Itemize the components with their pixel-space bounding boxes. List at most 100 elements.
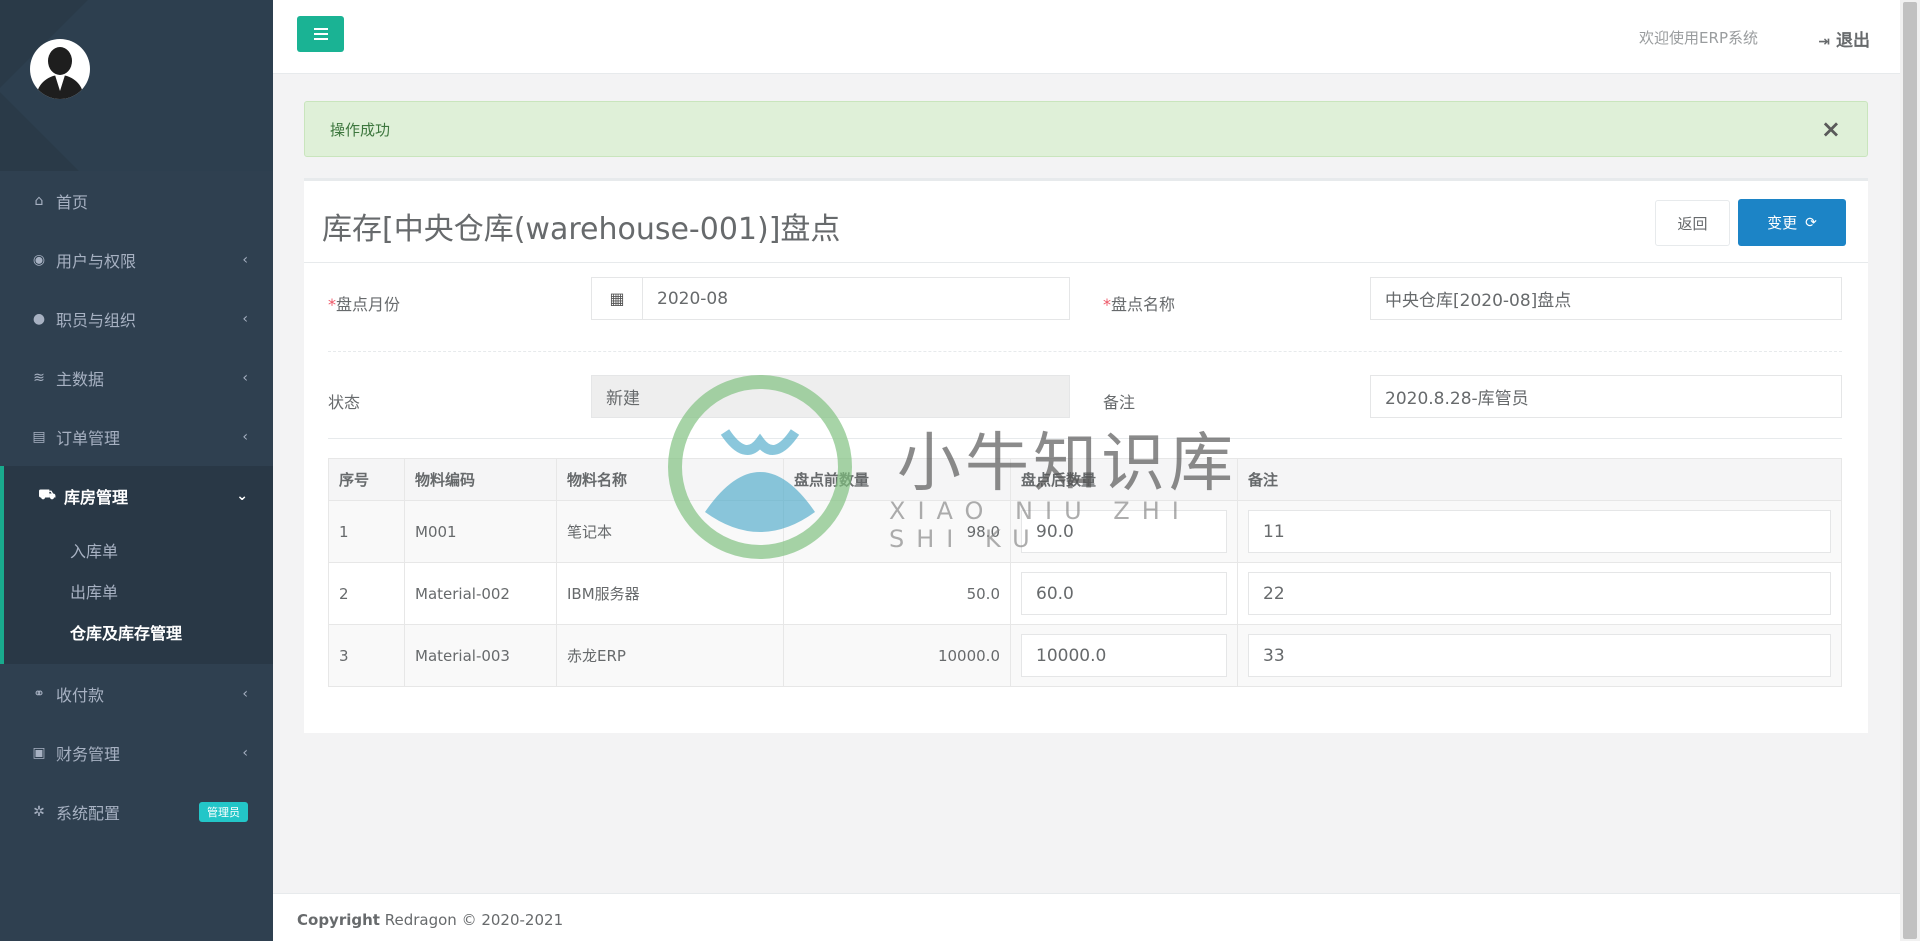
status-label: 状态 <box>328 393 361 412</box>
chevron-left-icon: ‹ <box>242 369 248 386</box>
col-header-after: 盘点后数量 <box>1010 458 1238 501</box>
sidebar-item-orders[interactable]: ▤ 订单管理 ‹ <box>0 407 273 466</box>
row-remark-cell: 22 <box>1237 562 1842 625</box>
change-button[interactable]: 变更 ⟳ <box>1738 199 1846 246</box>
subnav-item-outbound[interactable]: 出库单 <box>4 570 273 611</box>
month-label: *盘点月份 <box>328 295 401 314</box>
remark-label: 备注 <box>1103 393 1136 412</box>
chevron-left-icon: ‹ <box>242 310 248 327</box>
logout-link[interactable]: ⇥ 退出 <box>1818 26 1870 51</box>
row-name: 赤龙ERP <box>556 624 784 687</box>
sidebar-item-label: 用户与权限 <box>56 251 137 271</box>
row-before-qty: 98.0 <box>783 500 1011 563</box>
sidebar-item-label: 首页 <box>56 192 89 212</box>
row-no: 2 <box>328 562 405 625</box>
form-row-2: 状态 新建 备注 2020.8.28-库管员 <box>328 375 1842 443</box>
month-input[interactable]: 2020-08 <box>642 277 1070 320</box>
remark-input[interactable]: 2020.8.28-库管员 <box>1370 375 1842 418</box>
table-row: 2 Material-002 IBM服务器 50.0 60.0 22 <box>328 562 1842 625</box>
sidebar-item-label: 库房管理 <box>64 487 129 507</box>
sign-out-icon: ⇥ <box>1818 34 1830 50</box>
row-remark-cell: 11 <box>1237 500 1842 563</box>
close-icon[interactable]: × <box>1821 115 1841 143</box>
after-qty-input[interactable]: 10000.0 <box>1021 634 1227 677</box>
sidebar-item-label: 主数据 <box>56 369 105 389</box>
copyright-label: Copyright <box>297 911 380 929</box>
sidebar-item-staff[interactable]: ● 职员与组织 ‹ <box>0 289 273 348</box>
form-row-1: *盘点月份 ▦ 2020-08 *盘点名称 中央仓库[2020-08]盘点 <box>328 277 1842 345</box>
chevron-left-icon: ‹ <box>242 744 248 761</box>
list-icon: ▤ <box>32 428 46 445</box>
money-icon: ▣ <box>32 744 46 761</box>
panel-header: 库存[中央仓库(warehouse-001)]盘点 返回 变更 ⟳ <box>304 181 1868 263</box>
stocktake-table: 序号 物料编码 物料名称 盘点前数量 盘点后数量 备注 1 M001 笔记本 9… <box>328 458 1842 687</box>
change-button-label: 变更 <box>1767 214 1798 232</box>
sidebar-item-finance[interactable]: ▣ 财务管理 ‹ <box>0 723 273 782</box>
calendar-icon[interactable]: ▦ <box>591 277 643 320</box>
chevron-down-icon: ⌄ <box>236 487 248 504</box>
row-remark-input[interactable]: 11 <box>1248 510 1831 553</box>
admin-badge: 管理员 <box>199 801 248 822</box>
col-header-code: 物料编码 <box>404 458 557 501</box>
truck-icon: ⛟ <box>38 486 56 503</box>
sidebar-item-users[interactable]: ◉ 用户与权限 ‹ <box>0 230 273 289</box>
col-header-no: 序号 <box>328 458 405 501</box>
stocktake-panel: 库存[中央仓库(warehouse-001)]盘点 返回 变更 ⟳ *盘点月份 … <box>304 178 1868 733</box>
avatar[interactable] <box>30 39 90 99</box>
chevron-left-icon: ‹ <box>242 251 248 268</box>
top-navbar: 欢迎使用ERP系统 ⇥ 退出 <box>273 0 1900 74</box>
profile-header <box>0 0 273 171</box>
sidebar-nav: ⌂ 首页 ◉ 用户与权限 ‹ ● 职员与组织 ‹ ≋ 主数据 ‹ ▤ 订单管理 … <box>0 171 273 841</box>
sidebar-item-warehouse[interactable]: ⛟ 库房管理 ⌄ <box>0 466 273 525</box>
hamburger-icon <box>313 28 328 40</box>
menu-toggle-button[interactable] <box>297 16 344 52</box>
welcome-text: 欢迎使用ERP系统 <box>1639 29 1758 47</box>
user-circle-icon: ● <box>32 310 46 327</box>
row-name: IBM服务器 <box>556 562 784 625</box>
subnav-item-inbound[interactable]: 入库单 <box>4 529 273 570</box>
col-header-remark: 备注 <box>1237 458 1842 501</box>
sidebar-item-payments[interactable]: ⚭ 收付款 ‹ <box>0 664 273 723</box>
row-before-qty: 10000.0 <box>783 624 1011 687</box>
success-alert: 操作成功 × <box>304 101 1868 157</box>
page-title: 库存[中央仓库(warehouse-001)]盘点 <box>322 212 841 247</box>
after-qty-input[interactable]: 60.0 <box>1021 572 1227 615</box>
row-after-cell: 10000.0 <box>1010 624 1238 687</box>
sidebar-item-label: 收付款 <box>56 685 105 705</box>
copyright-text: Redragon © 2020-2021 <box>384 911 564 929</box>
sidebar-item-label: 订单管理 <box>56 428 121 448</box>
sidebar-item-home[interactable]: ⌂ 首页 <box>0 171 273 230</box>
home-icon: ⌂ <box>34 192 44 209</box>
row-before-qty: 50.0 <box>783 562 1011 625</box>
row-remark-input[interactable]: 33 <box>1248 634 1831 677</box>
row-no: 1 <box>328 500 405 563</box>
col-header-name: 物料名称 <box>556 458 784 501</box>
row-remark-input[interactable]: 22 <box>1248 572 1831 615</box>
after-qty-input[interactable]: 90.0 <box>1021 510 1227 553</box>
row-after-cell: 60.0 <box>1010 562 1238 625</box>
warehouse-submenu: 入库单 出库单 仓库及库存管理 <box>0 525 273 664</box>
table-row: 3 Material-003 赤龙ERP 10000.0 10000.0 33 <box>328 624 1842 687</box>
row-name: 笔记本 <box>556 500 784 563</box>
subnav-item-stock[interactable]: 仓库及库存管理 <box>4 611 273 652</box>
row-code: Material-003 <box>404 624 557 687</box>
stocktake-name-input[interactable]: 中央仓库[2020-08]盘点 <box>1370 277 1842 320</box>
scrollbar-thumb[interactable] <box>1903 2 1917 939</box>
vertical-scrollbar[interactable] <box>1900 0 1920 941</box>
row-code: M001 <box>404 500 557 563</box>
alert-message: 操作成功 <box>330 121 391 139</box>
chevron-left-icon: ‹ <box>242 685 248 702</box>
row-after-cell: 90.0 <box>1010 500 1238 563</box>
sidebar-item-label: 职员与组织 <box>56 310 137 330</box>
lock-icon: ◉ <box>32 251 46 268</box>
sidebar-item-masterdata[interactable]: ≋ 主数据 ‹ <box>0 348 273 407</box>
form-divider <box>328 351 1842 352</box>
table-row: 1 M001 笔记本 98.0 90.0 11 <box>328 500 1842 563</box>
form-divider <box>328 438 1842 439</box>
row-code: Material-002 <box>404 562 557 625</box>
status-field: 新建 <box>591 375 1070 418</box>
sidebar-item-settings[interactable]: ✲ 系统配置 管理员 <box>0 782 273 841</box>
handshake-icon: ⚭ <box>33 685 45 702</box>
refresh-icon: ⟳ <box>1805 214 1817 231</box>
back-button[interactable]: 返回 <box>1655 200 1730 246</box>
